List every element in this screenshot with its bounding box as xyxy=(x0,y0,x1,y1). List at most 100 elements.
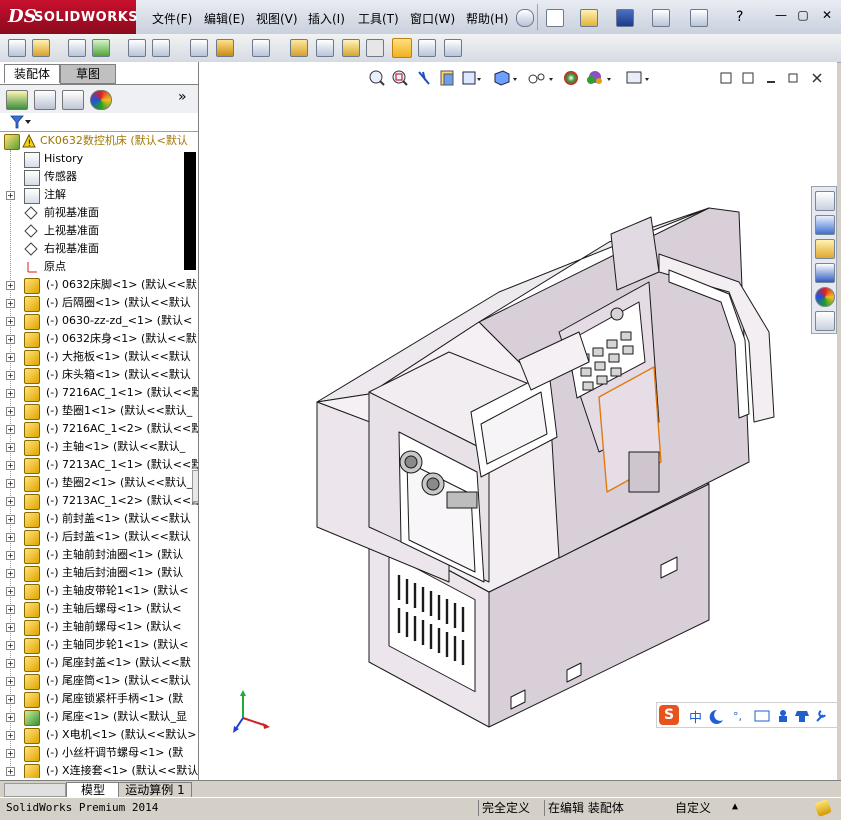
show-hidden-icon[interactable] xyxy=(152,39,170,57)
custom-properties-icon[interactable] xyxy=(815,311,835,331)
tree-component-row[interactable]: + (-) X电机<1> (默认<<默认> xyxy=(0,726,198,744)
tab-motion-study[interactable]: 运动算例 1 xyxy=(118,782,192,798)
tree-component-row[interactable]: + (-) 主轴<1> (默认<<默认_ xyxy=(0,438,198,456)
expand-toggle[interactable]: + xyxy=(6,299,15,308)
new-motion-study-icon[interactable] xyxy=(252,39,270,57)
expand-toggle[interactable]: + xyxy=(6,497,15,506)
appearances-icon[interactable] xyxy=(815,287,835,307)
expand-toggle[interactable]: + xyxy=(6,281,15,290)
save-icon[interactable] xyxy=(616,9,634,27)
expand-toggle[interactable]: + xyxy=(6,389,15,398)
tree-component-row[interactable]: + (-) 主轴后封油圈<1> (默认 xyxy=(0,564,198,582)
tree-item-sensor[interactable]: 传感器 xyxy=(0,168,198,186)
ime-logo[interactable]: S xyxy=(659,705,679,725)
view-palette-icon[interactable] xyxy=(815,263,835,283)
tree-item-plane[interactable]: 上视基准面 xyxy=(0,222,198,240)
expand-toggle[interactable]: + xyxy=(6,587,15,596)
expand-toggle[interactable]: + xyxy=(6,623,15,632)
expand-toggle[interactable]: + xyxy=(6,767,15,776)
expand-toggle[interactable]: + xyxy=(6,407,15,416)
expand-toggle[interactable]: + xyxy=(6,317,15,326)
expand-toggle[interactable]: + xyxy=(6,191,15,200)
tab-assembly[interactable]: 装配体 xyxy=(4,64,60,83)
tree-component-row[interactable]: + (-) 7213AC_1<1> (默认<<默 xyxy=(0,456,198,474)
exploded-view-icon[interactable] xyxy=(316,39,334,57)
reference-geometry-icon[interactable] xyxy=(216,39,234,57)
filter-icon[interactable] xyxy=(10,115,32,129)
ime-mode[interactable]: 中 xyxy=(689,707,702,726)
tree-component-row[interactable]: + (-) 垫圈2<1> (默认<<默认_ xyxy=(0,474,198,492)
explode-line-sketch-icon[interactable] xyxy=(342,39,360,57)
expand-toggle[interactable]: + xyxy=(6,551,15,560)
pin-icon[interactable] xyxy=(516,9,534,27)
tree-component-row[interactable]: + (-) 0630-zz-zd_<1> (默认< xyxy=(0,312,198,330)
expand-toggle[interactable]: + xyxy=(6,515,15,524)
feature-manager-icon[interactable] xyxy=(6,90,28,110)
minimize-button[interactable]: — xyxy=(774,8,788,22)
tree-component-row[interactable]: + (-) 尾座锁紧杆手柄<1> (默 xyxy=(0,690,198,708)
expand-toggle[interactable]: + xyxy=(6,569,15,578)
graphics-area[interactable] xyxy=(199,62,837,780)
tab-model[interactable]: 模型 xyxy=(66,782,120,798)
tree-component-row[interactable]: + (-) 主轴后螺母<1> (默认< xyxy=(0,600,198,618)
tree-component-row[interactable]: + (-) 后封盖<1> (默认<<默认 xyxy=(0,528,198,546)
menu-help[interactable]: 帮助(H) xyxy=(466,10,508,27)
menu-window[interactable]: 窗口(W) xyxy=(410,10,455,27)
expand-toggle[interactable]: + xyxy=(6,461,15,470)
linear-pattern-icon[interactable] xyxy=(92,39,110,57)
solidworks-resources-icon[interactable] xyxy=(815,191,835,211)
instant3d-icon[interactable] xyxy=(444,39,462,57)
tab-sketch[interactable]: 草图 xyxy=(60,64,116,84)
property-manager-icon[interactable] xyxy=(34,90,56,110)
tree-component-row[interactable]: + (-) 尾座封盖<1> (默认<<默 xyxy=(0,654,198,672)
expand-toggle[interactable]: + xyxy=(6,335,15,344)
undo-icon[interactable] xyxy=(690,9,708,27)
smart-fastener-icon[interactable] xyxy=(68,39,86,57)
hole-alignment-icon[interactable] xyxy=(418,39,436,57)
tree-component-row[interactable]: + (-) 7213AC_1<2> (默认<<默 xyxy=(0,492,198,510)
expand-toggle[interactable]: + xyxy=(6,713,15,722)
menu-edit[interactable]: 编辑(E) xyxy=(204,10,245,27)
display-manager-icon[interactable] xyxy=(90,90,112,110)
tree-scrollbar[interactable] xyxy=(184,152,196,270)
tree-component-row[interactable]: + (-) 尾座<1> (默认<默认_显 xyxy=(0,708,198,726)
expand-toggle[interactable]: + xyxy=(6,641,15,650)
expand-toggle[interactable]: + xyxy=(6,677,15,686)
panel-splitter-grip[interactable] xyxy=(192,470,198,502)
expand-toggle[interactable]: + xyxy=(6,371,15,380)
new-document-icon[interactable] xyxy=(546,9,564,27)
tree-component-row[interactable]: + (-) 垫圈1<1> (默认<<默认_ xyxy=(0,402,198,420)
expand-toggle[interactable]: + xyxy=(6,749,15,758)
tree-component-row[interactable]: + (-) X连接套<1> (默认<<默认 xyxy=(0,762,198,778)
tree-item-history[interactable]: History xyxy=(0,150,198,168)
tree-component-row[interactable]: + (-) 主轴前封油圈<1> (默认 xyxy=(0,546,198,564)
expand-toggle[interactable]: + xyxy=(6,605,15,614)
clearance-verification-icon[interactable] xyxy=(392,38,412,58)
tree-item-plane[interactable]: 前视基准面 xyxy=(0,204,198,222)
unit-system[interactable]: 自定义 xyxy=(672,800,739,816)
expand-toggle[interactable]: + xyxy=(6,659,15,668)
tree-component-row[interactable]: + (-) 大拖板<1> (默认<<默认 xyxy=(0,348,198,366)
open-folder-icon[interactable] xyxy=(580,9,598,27)
expand-toggle[interactable]: + xyxy=(6,479,15,488)
assembly-features-icon[interactable] xyxy=(190,39,208,57)
panel-expand-button[interactable]: » xyxy=(178,89,187,105)
help-button[interactable]: ? xyxy=(736,9,743,25)
tree-component-row[interactable]: + (-) 主轴同步轮1<1> (默认< xyxy=(0,636,198,654)
bill-of-materials-icon[interactable] xyxy=(290,39,308,57)
tree-component-row[interactable]: + (-) 尾座筒<1> (默认<<默认 xyxy=(0,672,198,690)
tree-item-origin[interactable]: 原点 xyxy=(0,258,198,276)
menu-file[interactable]: 文件(F) xyxy=(152,10,192,27)
configuration-manager-icon[interactable] xyxy=(62,90,84,110)
tree-component-row[interactable]: + (-) 主轴皮带轮1<1> (默认< xyxy=(0,582,198,600)
expand-toggle[interactable]: + xyxy=(6,533,15,542)
print-icon[interactable] xyxy=(652,9,670,27)
design-library-icon[interactable] xyxy=(815,215,835,235)
tree-component-row[interactable]: + (-) 7216AC_1<1> (默认<<默 xyxy=(0,384,198,402)
expand-toggle[interactable]: + xyxy=(6,443,15,452)
unit-dropdown-arrow[interactable]: ▲ xyxy=(732,801,738,812)
tree-root-assembly[interactable]: ! CK0632数控机床 (默认<默认 xyxy=(0,132,198,150)
tree-component-row[interactable]: + (-) 0632床身<1> (默认<<默 xyxy=(0,330,198,348)
mate-icon[interactable] xyxy=(32,39,50,57)
tab-scroll-buttons[interactable] xyxy=(4,783,66,797)
